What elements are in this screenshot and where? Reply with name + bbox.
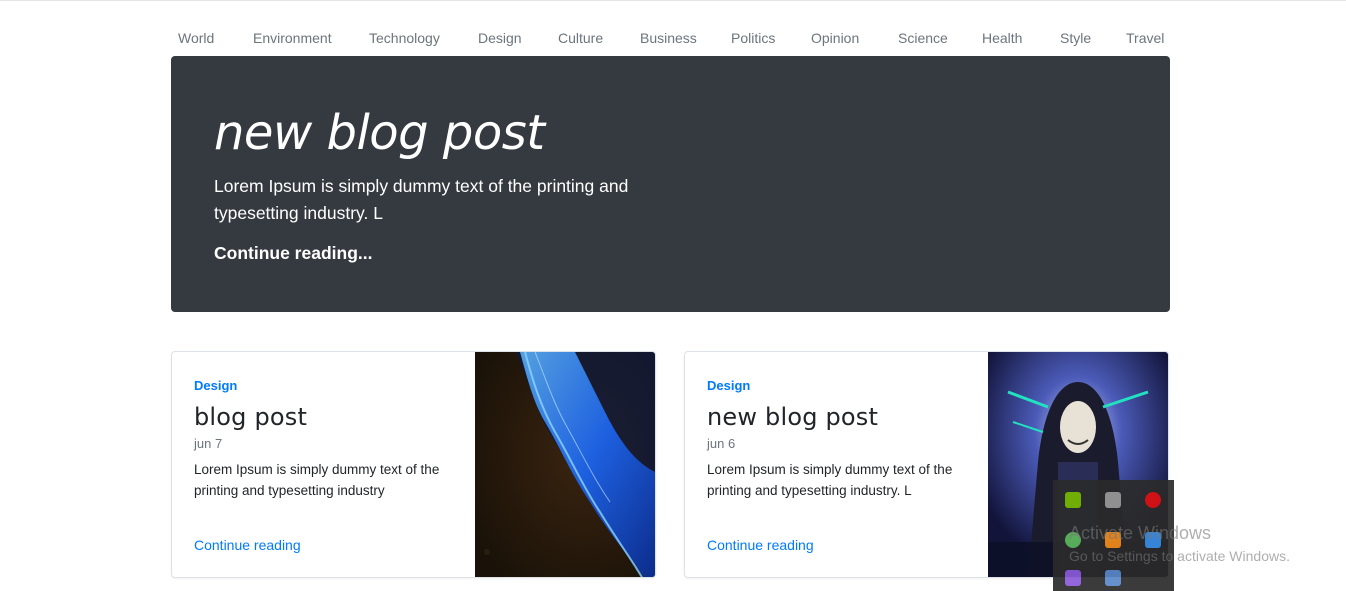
nav-item-design[interactable]: Design xyxy=(478,30,522,46)
post-date: jun 7 xyxy=(194,436,223,451)
post-excerpt: Lorem Ipsum is simply dummy text of the … xyxy=(707,462,953,498)
post-thumbnail xyxy=(475,352,655,577)
nvidia-icon[interactable] xyxy=(1065,492,1081,508)
post-title: new blog post xyxy=(707,403,879,431)
continue-reading-link[interactable]: Continue reading xyxy=(194,537,301,553)
post-excerpt: Lorem Ipsum is simply dummy text of the … xyxy=(194,462,440,498)
feather-icon[interactable] xyxy=(1065,570,1081,586)
category-nav: World Environment Technology Design Cult… xyxy=(171,30,1170,50)
featured-continue-reading-link[interactable]: Continue reading... xyxy=(214,243,372,264)
nav-item-world[interactable]: World xyxy=(178,30,214,46)
nav-item-health[interactable]: Health xyxy=(982,30,1022,46)
display-icon[interactable] xyxy=(1105,492,1121,508)
continue-reading-link[interactable]: Continue reading xyxy=(707,537,814,553)
post-date: jun 6 xyxy=(707,436,736,451)
featured-post-jumbotron: new blog post Lorem Ipsum is simply dumm… xyxy=(171,56,1170,312)
nav-item-business[interactable]: Business xyxy=(640,30,697,46)
elephant-icon[interactable] xyxy=(1105,570,1121,586)
post-category[interactable]: Design xyxy=(707,378,750,393)
post-category[interactable]: Design xyxy=(194,378,237,393)
nav-item-culture[interactable]: Culture xyxy=(558,30,603,46)
nav-item-opinion[interactable]: Opinion xyxy=(811,30,859,46)
featured-post-excerpt: Lorem Ipsum is simply dummy text of the … xyxy=(214,176,629,223)
windows-activation-watermark-text: Go to Settings to activate Windows. xyxy=(1069,548,1290,564)
featured-post-title: new blog post xyxy=(214,105,545,161)
nav-item-environment[interactable]: Environment xyxy=(253,30,332,46)
opera-icon[interactable] xyxy=(1145,492,1161,508)
nav-item-science[interactable]: Science xyxy=(898,30,948,46)
nav-item-travel[interactable]: Travel xyxy=(1126,30,1164,46)
nav-item-style[interactable]: Style xyxy=(1060,30,1091,46)
nav-item-technology[interactable]: Technology xyxy=(369,30,440,46)
post-card: Design blog post jun 7 Lorem Ipsum is si… xyxy=(171,351,656,578)
post-title: blog post xyxy=(194,403,308,431)
blog-page: World Environment Technology Design Cult… xyxy=(0,0,1346,591)
windows-activation-watermark-title: Activate Windows xyxy=(1069,523,1212,543)
nav-item-politics[interactable]: Politics xyxy=(731,30,775,46)
